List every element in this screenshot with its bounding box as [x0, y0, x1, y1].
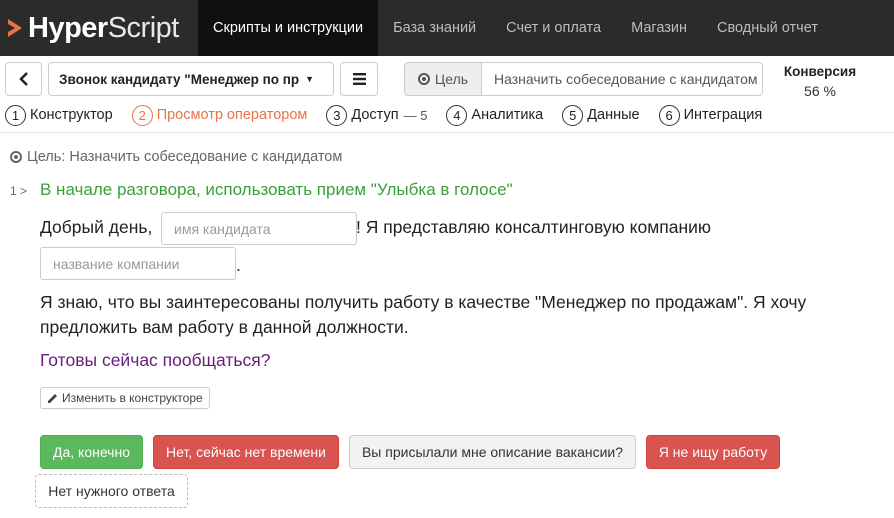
- edit-in-constructor-button[interactable]: Изменить в конструкторе: [40, 387, 210, 409]
- header-divider: [0, 132, 894, 133]
- caret-down-icon: ▼: [305, 74, 315, 84]
- no-suitable-answer-button[interactable]: Нет нужного ответа: [35, 474, 188, 508]
- goal-input[interactable]: Назначить собеседование с кандидатом: [481, 62, 763, 96]
- chevron-left-icon: [18, 72, 28, 86]
- step-integration[interactable]: 6 Интеграция: [658, 104, 763, 126]
- step-operator-view[interactable]: 2 Просмотр оператором: [131, 104, 308, 126]
- step-access-count: — 5: [403, 107, 428, 123]
- pencil-icon: [48, 393, 57, 403]
- step-number: 4: [446, 104, 468, 126]
- step-number: 5: [562, 104, 584, 126]
- goal-line: Цель: Назначить собеседование с кандидат…: [10, 149, 342, 165]
- top-navbar: HyperScript Скрипты и инструкции База зн…: [0, 0, 894, 56]
- nav-item-store[interactable]: Магазин: [616, 0, 702, 56]
- nav-item-summary-report[interactable]: Сводный отчет: [702, 0, 833, 56]
- hamburger-icon: [352, 73, 366, 85]
- conversion-panel: Конверсия 56 %: [772, 64, 868, 99]
- answer-yes-button[interactable]: Да, конечно: [40, 435, 143, 469]
- step-analytics[interactable]: 4 Аналитика: [446, 104, 544, 126]
- brand-name: HyperScript: [28, 11, 179, 44]
- step-number: 3: [326, 104, 348, 126]
- brand-logo[interactable]: HyperScript: [8, 10, 179, 46]
- logo-chevron-icon: [8, 19, 22, 37]
- offer-paragraph-line1: Я знаю, что вы заинтересованы получить р…: [40, 292, 807, 312]
- greeting-suffix: ! Я представляю консалтинговую компанию: [356, 217, 712, 237]
- target-icon: [10, 151, 22, 163]
- step-number: 1: [5, 104, 26, 126]
- back-button[interactable]: [5, 62, 42, 96]
- goal-addon: Цель: [404, 62, 482, 96]
- offer-paragraph-line2: предложить вам работу в данной должности…: [40, 317, 409, 337]
- script-select-dropdown[interactable]: Звонок кандидату "Менеджер по пр ▼: [48, 62, 334, 96]
- company-suffix: .: [236, 255, 241, 275]
- step-number: 6: [658, 104, 680, 126]
- node-number: 1 >: [10, 184, 28, 198]
- step-label: Данные: [587, 107, 640, 123]
- edit-button-label: Изменить в конструкторе: [62, 391, 203, 405]
- nav-item-knowledge-base[interactable]: База знаний: [378, 0, 491, 56]
- step-label: Просмотр оператором: [156, 107, 308, 123]
- step-data[interactable]: 5 Данные: [562, 104, 640, 126]
- node-title: В начале разговора, использовать прием "…: [40, 180, 513, 199]
- target-icon: [417, 73, 430, 85]
- question-text: Готовы сейчас пообщаться?: [40, 350, 271, 370]
- conversion-value: 56 %: [804, 83, 836, 99]
- goal-label: Цель: [434, 71, 469, 87]
- script-name: Звонок кандидату "Менеджер по пр: [59, 71, 300, 87]
- greeting-prefix: Добрый день,: [40, 217, 153, 237]
- step-number: 2: [131, 104, 153, 126]
- answer-vacancy-button[interactable]: Вы присылали мне описание вакансии?: [349, 435, 636, 469]
- candidate-name-field[interactable]: имя кандидата: [161, 212, 357, 245]
- goal-input-value: Назначить собеседование с кандидатом: [494, 71, 758, 87]
- answer-not-looking-button[interactable]: Я не ищу работу: [646, 435, 780, 469]
- company-name-field[interactable]: название компании: [40, 247, 236, 280]
- nav-item-scripts[interactable]: Скрипты и инструкции: [198, 0, 379, 56]
- step-access[interactable]: 3 Доступ — 5: [326, 104, 428, 126]
- conversion-title: Конверсия: [783, 64, 857, 79]
- step-constructor[interactable]: 1 Конструктор: [5, 104, 113, 126]
- goal-line-text: Цель: Назначить собеседование с кандидат…: [27, 149, 343, 165]
- steps-nav: 1 Конструктор 2 Просмотр оператором 3 До…: [5, 104, 781, 126]
- step-label: Доступ: [351, 107, 399, 123]
- nav-item-billing[interactable]: Счет и оплата: [491, 0, 616, 56]
- main-nav: Скрипты и инструкции База знаний Счет и …: [198, 0, 833, 56]
- answer-no-time-button[interactable]: Нет, сейчас нет времени: [153, 435, 339, 469]
- step-label: Аналитика: [471, 107, 544, 123]
- step-label: Конструктор: [30, 107, 113, 123]
- menu-button[interactable]: [340, 62, 378, 96]
- step-label: Интеграция: [683, 107, 763, 123]
